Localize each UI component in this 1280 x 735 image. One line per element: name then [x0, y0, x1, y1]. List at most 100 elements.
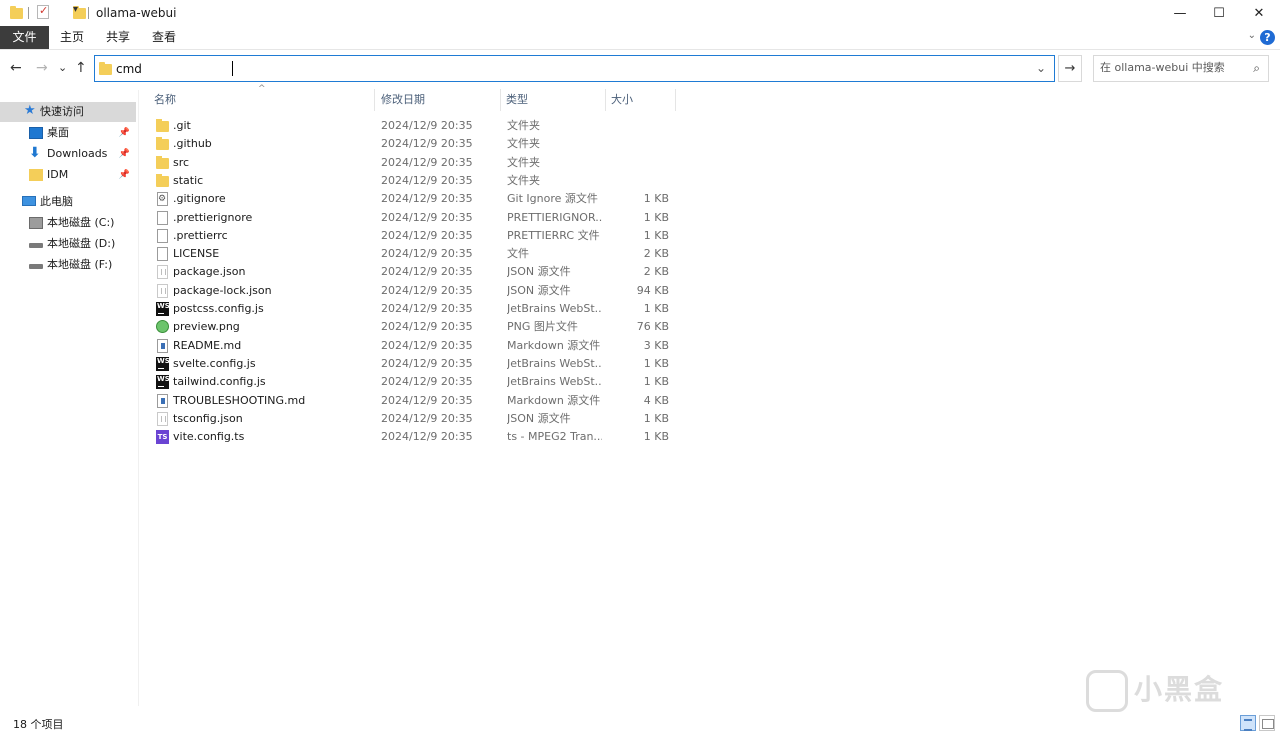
file-row[interactable]: .prettierignore 2024/12/9 20:35 PRETTIERIG…: [150, 209, 676, 227]
address-dropdown-icon[interactable]: ⌄: [1036, 61, 1046, 75]
minimize-button[interactable]: —: [1160, 0, 1200, 26]
file-size: 4 KB: [643, 393, 669, 407]
large-icons-view-button[interactable]: [1259, 715, 1275, 731]
file-type: JetBrains WebSt...: [507, 356, 602, 370]
text-cursor: [232, 61, 233, 76]
tab-view[interactable]: 查看: [146, 26, 182, 49]
up-button[interactable]: ↑: [75, 60, 87, 76]
json-file-icon: [157, 283, 168, 298]
nav-drive-c[interactable]: 本地磁盘 (C:): [0, 213, 136, 233]
file-row[interactable]: TROUBLESHOOTING.md 2024/12/9 20:35 Markdow…: [150, 392, 676, 410]
file-name: tailwind.config.js: [173, 375, 266, 389]
recent-locations-button[interactable]: ⌄: [58, 61, 67, 74]
file-name: README.md: [173, 338, 242, 352]
drive-icon: [29, 243, 43, 248]
file-row[interactable]: WS svelte.config.js 2024/12/9 20:35 JetBrai…: [150, 355, 676, 373]
details-view-button[interactable]: [1240, 715, 1256, 731]
nav-drive-f[interactable]: 本地磁盘 (F:): [0, 255, 136, 275]
go-button[interactable]: →: [1058, 55, 1082, 82]
desktop-icon: [29, 127, 43, 139]
webstorm-file-icon: WS: [156, 375, 170, 390]
file-name: svelte.config.js: [173, 356, 256, 370]
webstorm-file-icon: WS: [156, 302, 170, 316]
file-modified-date: 2024/12/9 20:35: [381, 430, 473, 444]
help-icon[interactable]: ?: [1260, 30, 1275, 45]
drive-icon: [29, 264, 43, 269]
file-size: 1 KB: [643, 228, 669, 242]
search-input[interactable]: [1100, 61, 1240, 74]
file-row[interactable]: README.md 2024/12/9 20:35 Markdown 源文件 3 KB: [150, 337, 676, 355]
column-header-date[interactable]: 修改日期: [378, 89, 501, 111]
properties-icon[interactable]: [37, 4, 49, 19]
file-name: package-lock.json: [173, 283, 272, 297]
file-row[interactable]: preview.png 2024/12/9 20:35 PNG 图片文件 76 KB: [150, 318, 676, 336]
file-type: 文件夹: [507, 155, 540, 169]
forward-button[interactable]: →: [36, 60, 48, 76]
search-icon[interactable]: ⌕: [1253, 61, 1260, 76]
expand-ribbon-icon[interactable]: ⌄: [1248, 30, 1256, 41]
file-row[interactable]: package-lock.json 2024/12/9 20:35 JSON 源文件…: [150, 282, 676, 300]
toolbar-separator: [88, 7, 89, 19]
file-modified-date: 2024/12/9 20:35: [381, 302, 473, 315]
file-size: 1 KB: [643, 302, 669, 315]
file-modified-date: 2024/12/9 20:35: [381, 375, 473, 389]
watermark-logo: [1086, 670, 1128, 712]
file-row[interactable]: TS vite.config.ts 2024/12/9 20:35 ts - MPEG…: [150, 428, 676, 446]
file-type: Markdown 源文件: [507, 338, 601, 352]
file-name: tsconfig.json: [173, 411, 243, 425]
nav-quick-access[interactable]: ★ 快速访问: [0, 102, 136, 122]
file-row[interactable]: WS tailwind.config.js 2024/12/9 20:35 JetBr…: [150, 373, 676, 391]
tab-home[interactable]: 主页: [54, 26, 90, 49]
config-file-icon: [157, 190, 168, 208]
file-name: preview.png: [173, 320, 240, 334]
address-bar[interactable]: cmd ⌄: [94, 55, 1055, 82]
nav-downloads[interactable]: ⬇ Downloads 📌: [0, 144, 136, 164]
file-modified-date: 2024/12/9 20:35: [381, 320, 473, 334]
column-header-name[interactable]: 名称: [151, 89, 375, 111]
tab-file[interactable]: 文件: [0, 26, 49, 49]
markdown-file-icon: [157, 338, 168, 353]
close-button[interactable]: ✕: [1239, 0, 1279, 26]
back-button[interactable]: ←: [10, 60, 22, 76]
computer-icon: [22, 196, 36, 206]
folder-icon: [156, 137, 169, 151]
search-box[interactable]: ⌕: [1093, 55, 1269, 82]
file-row[interactable]: package.json 2024/12/9 20:35 JSON 源文件 2 KB: [150, 263, 676, 281]
file-modified-date: 2024/12/9 20:35: [381, 173, 473, 187]
file-size: 1 KB: [643, 411, 669, 425]
watermark-text: 小黑盒: [1134, 673, 1225, 706]
file-name: vite.config.ts: [173, 430, 245, 444]
file-type: PNG 图片文件: [507, 320, 578, 334]
file-row[interactable]: LICENSE 2024/12/9 20:35 文件 2 KB: [150, 245, 676, 263]
file-row[interactable]: tsconfig.json 2024/12/9 20:35 JSON 源文件 1 KB: [150, 410, 676, 428]
file-type: ts - MPEG2 Tran...: [507, 430, 602, 444]
address-input[interactable]: cmd: [116, 62, 142, 76]
file-modified-date: 2024/12/9 20:35: [381, 228, 473, 242]
pin-icon: 📌: [118, 149, 130, 159]
file-icon: [157, 210, 168, 225]
file-row[interactable]: static 2024/12/9 20:35 文件夹: [150, 172, 676, 190]
file-modified-date: 2024/12/9 20:35: [381, 393, 473, 407]
file-row[interactable]: .gitignore 2024/12/9 20:35 Git Ignore 源文件 1…: [150, 190, 676, 208]
file-type: 文件夹: [507, 119, 540, 132]
file-size: 2 KB: [643, 247, 669, 261]
column-header-size[interactable]: 大小: [608, 89, 676, 111]
column-header-type[interactable]: 类型: [503, 89, 606, 111]
file-row[interactable]: .github 2024/12/9 20:35 文件夹: [150, 135, 676, 153]
file-row[interactable]: src 2024/12/9 20:35 文件夹: [150, 154, 676, 172]
nav-idm[interactable]: IDM 📌: [0, 165, 136, 185]
nav-this-pc[interactable]: 此电脑: [0, 192, 136, 212]
file-row[interactable]: .prettierrc 2024/12/9 20:35 PRETTIERRC 文件 1…: [150, 227, 676, 245]
file-row[interactable]: .git 2024/12/9 20:35 文件夹: [150, 117, 676, 135]
tab-share[interactable]: 共享: [100, 26, 136, 49]
ribbon-tabs: 文件 主页 共享 查看 ⌄ ?: [0, 26, 1280, 50]
file-type: 文件夹: [507, 173, 540, 187]
nav-desktop[interactable]: 桌面 📌: [0, 123, 136, 143]
file-name: LICENSE: [173, 247, 220, 261]
customize-quick-access-icon[interactable]: ▾: [73, 4, 78, 15]
maximize-button[interactable]: ☐: [1199, 0, 1239, 26]
file-row[interactable]: WS postcss.config.js 2024/12/9 20:35 JetBra…: [150, 300, 676, 318]
title-bar: ▾ ollama-webui — ☐ ✕: [0, 0, 1280, 26]
nav-drive-d[interactable]: 本地磁盘 (D:): [0, 234, 136, 254]
file-name: package.json: [173, 265, 246, 279]
